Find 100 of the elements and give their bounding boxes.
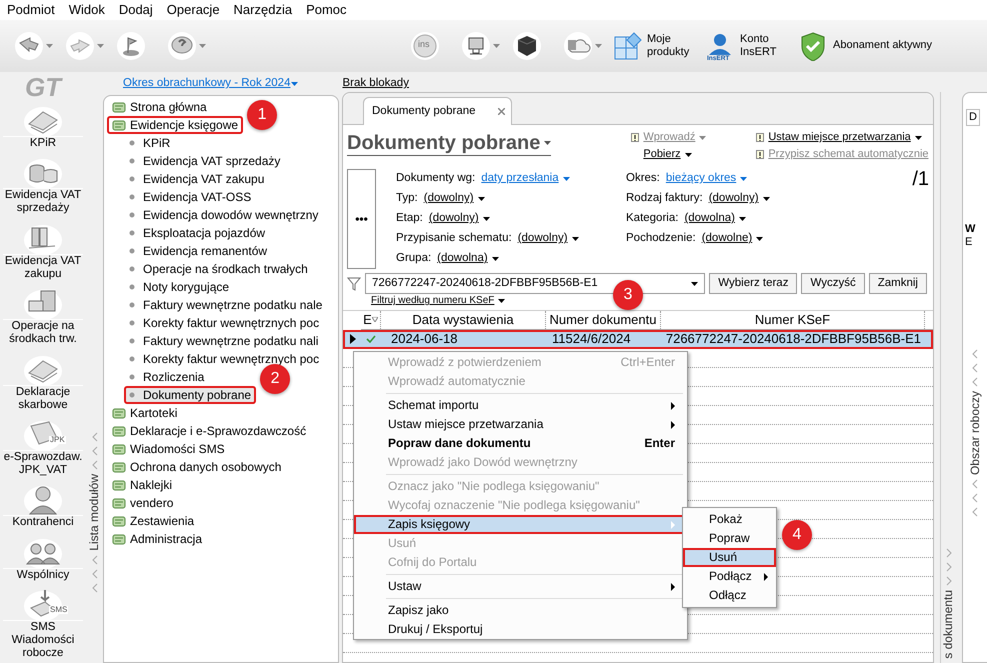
filter-label: Dokumenty wg: [396, 172, 476, 186]
tree-item[interactable]: Kartoteki [107, 404, 182, 422]
tree-item[interactable]: Zestawienia [107, 512, 200, 530]
row-pointer-icon [350, 334, 356, 344]
module-icon [112, 496, 126, 510]
module-button[interactable]: Kontrahenci [1, 481, 85, 530]
column-header[interactable]: Numer KSeF [661, 311, 925, 329]
panel-tab[interactable]: D [966, 109, 980, 126]
tree-item[interactable]: Ewidencja VAT-OSS [124, 188, 256, 206]
menu-item[interactable]: Widok [68, 2, 105, 18]
caret-icon [46, 44, 53, 48]
tree-item[interactable]: Ewidencja dowodów wewnętrzny [124, 206, 324, 224]
module-icon [112, 100, 126, 114]
caret-icon [572, 236, 579, 241]
filter-label: Pochodzenie: [626, 232, 696, 246]
tree-item[interactable]: Wiadomości SMS [107, 440, 230, 458]
bullet-icon [129, 158, 135, 164]
submenu-arrow-icon [671, 402, 675, 410]
module-button[interactable]: JPK e-Sprawozdaw. JPK_VAT [1, 416, 85, 478]
menu-item[interactable]: Ustaw miejsce przetwarzania [354, 415, 687, 434]
callout-badge: 4 [782, 520, 812, 550]
document-tab[interactable]: Dokumenty pobrane [363, 97, 512, 125]
module-button[interactable]: Deklaracje skarbowe [1, 350, 85, 412]
search-button[interactable]: Zamknij [868, 273, 927, 294]
tree-item[interactable]: Faktury wewnętrzne podatku nali [124, 332, 324, 350]
tree-item[interactable]: Korekty faktur wewnętrznych poc [124, 314, 324, 332]
caret-icon [684, 152, 692, 157]
logo-text: JPK [49, 436, 66, 444]
filter-dropdown[interactable]: daty przesłania [481, 172, 570, 186]
filter-dropdown[interactable]: (dowolny) [428, 212, 490, 226]
tree-item[interactable]: Rozliczenia [124, 368, 210, 386]
tree-item[interactable]: Administracja [107, 530, 208, 548]
tree-item[interactable]: Deklaracje i e-Sprawozdawczość [107, 422, 312, 440]
module-button[interactable]: SMS SMS Wiadomości robocze [1, 586, 85, 660]
filter-label: Typ: [396, 192, 418, 206]
module-button[interactable]: Ewidencja VAT zakupu [1, 220, 85, 282]
filter-dropdown[interactable]: (dowolne) [702, 232, 764, 246]
tree-item[interactable]: Strona główna [107, 98, 212, 116]
toolbar-button[interactable] [459, 31, 502, 61]
tree-item[interactable]: Ewidencja VAT zakupu [124, 170, 270, 188]
exclamation-icon [631, 133, 640, 142]
caret-icon [544, 141, 552, 145]
filter-dropdown[interactable]: bieżący okres [666, 172, 748, 186]
page-title[interactable]: Dokumenty pobrane [347, 131, 552, 156]
tree-item[interactable]: Dokumenty pobrane [124, 386, 256, 404]
bullet-icon [129, 302, 135, 308]
tree-item[interactable]: Ewidencje księgowe [107, 116, 244, 134]
menu-item[interactable]: Schemat importu [354, 396, 687, 415]
table-cell-text: 11524/6/2024 [551, 331, 632, 347]
module-button[interactable]: Operacje na środkach trw. [1, 285, 85, 347]
monitor-icon [461, 31, 491, 61]
module-icon [112, 478, 126, 492]
tree-item[interactable]: Ewidencja VAT sprzedaży [124, 152, 286, 170]
period-link[interactable]: Okres obrachunkowy - Rok 2024 [123, 77, 298, 91]
tree-item[interactable]: Naklejki [107, 476, 178, 494]
toolbar-link[interactable]: Abonament aktywny [798, 31, 932, 61]
menu-item[interactable]: Usuń [683, 548, 776, 567]
tree-item[interactable]: Ochrona danych osobowych [107, 458, 286, 476]
menu-item[interactable]: Operacje [166, 2, 220, 18]
tree-item[interactable]: Operacje na środkach trwałych [124, 260, 313, 278]
menu-item[interactable]: Drukuj / Eksportuj [354, 620, 687, 639]
lock-status[interactable]: Brak blokady [342, 77, 409, 91]
filter-dropdown[interactable]: (dowolna) [437, 252, 499, 266]
more-button[interactable]: ••• [347, 169, 376, 269]
search-button[interactable]: Wybierz teraz [709, 273, 798, 294]
puzzle-icon [612, 31, 642, 61]
tree-item[interactable]: Ewidencja remanentów [124, 242, 272, 260]
tree-item[interactable]: Faktury wewnętrzne podatku nale [124, 296, 328, 314]
menu-item[interactable]: Pomoc [306, 2, 347, 18]
filter-dropdown[interactable]: (dowolny) [424, 192, 485, 206]
exclamation-icon [756, 133, 764, 142]
caret-icon [756, 236, 764, 241]
tree-item[interactable]: vendero [107, 494, 178, 512]
tree-item[interactable]: Noty korygujące [124, 278, 234, 296]
exclamation-icon [756, 150, 764, 160]
column-header[interactable]: Data wystawienia [381, 311, 546, 329]
action-link[interactable]: Pobierz [643, 148, 706, 162]
search-button[interactable]: Wyczyść [801, 273, 865, 294]
table-row[interactable]: 2024-06-18 11524/6/2024 7266772247-20240618-2DFBBF95B56B-E1 [343, 330, 933, 349]
tree-item[interactable]: KPiR [124, 134, 176, 152]
tree-item[interactable]: Eksploatacja pojazdów [124, 224, 270, 242]
column-header[interactable]: E [361, 311, 381, 329]
filter-mode-dropdown[interactable]: Filtruj według numeru KSeF [371, 295, 506, 307]
filter-dropdown[interactable]: (dowolny) [518, 232, 579, 246]
menu-item[interactable]: Podmiot [7, 2, 55, 18]
action-link[interactable]: Ustaw miejsce przetwarzania [756, 131, 928, 144]
logo: GT [24, 72, 62, 102]
module-button[interactable]: Ewidencja VAT sprzedaży [1, 154, 85, 216]
filter-dropdown[interactable]: (dowolny) [708, 192, 770, 206]
filter-dropdown[interactable]: (dowolna) [684, 212, 746, 226]
caret-icon [97, 44, 104, 48]
toolbar-link[interactable]: Moje produkty [612, 31, 693, 61]
caret-icon [595, 44, 602, 48]
column-header[interactable]: Numer dokumentu [546, 311, 661, 329]
menu-item[interactable]: Narzędzia [234, 2, 292, 18]
table-cell-text: 2024-06-18 [390, 331, 458, 347]
menu-item[interactable]: Popraw dane dokumentu Enter [354, 434, 687, 453]
menu-item[interactable]: Dodaj [118, 2, 153, 18]
module-button[interactable]: KPiR [1, 102, 85, 150]
module-button[interactable]: Wspólnicy [1, 534, 85, 582]
